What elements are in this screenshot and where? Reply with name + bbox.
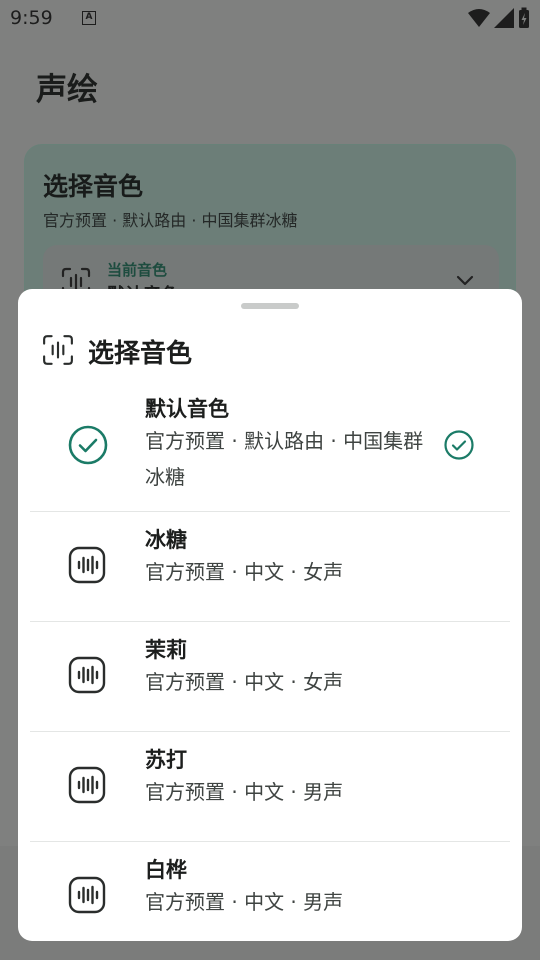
notification-icon: A (82, 11, 96, 25)
voice-name: 白桦 (145, 858, 187, 882)
voice-description: 官方预置 · 中文 · 男声 (145, 890, 344, 914)
status-bar: 9:59 A (0, 0, 540, 36)
voice-wave-icon (68, 656, 106, 698)
check-circle-icon (68, 425, 108, 469)
voice-wave-icon (68, 876, 106, 918)
voice-description: 官方预置 · 中文 · 女声 (145, 670, 344, 694)
voice-wave-icon (68, 766, 106, 808)
voice-item-baihua[interactable]: 白桦 官方预置 · 中文 · 男声 (30, 842, 510, 941)
battery-icon (519, 7, 529, 28)
voice-item-bingtang[interactable]: 冰糖 官方预置 · 中文 · 女声 (30, 512, 510, 622)
voice-description: 官方预置 · 中文 · 女声 (145, 560, 344, 584)
voice-description: 官方预置 · 中文 · 男声 (145, 780, 344, 804)
voice-name: 冰糖 (145, 528, 187, 552)
selected-check-icon (444, 430, 474, 464)
voice-item-default[interactable]: 默认音色 官方预置 · 默认路由 · 中国集群冰糖 (30, 383, 510, 512)
sheet-header: 选择音色 (42, 333, 192, 370)
app-title: 声绘 (36, 72, 98, 108)
card-title: 选择音色 (43, 172, 144, 201)
signal-icon (494, 8, 514, 28)
voice-item-suda[interactable]: 苏打 官方预置 · 中文 · 男声 (30, 732, 510, 842)
voice-scan-icon (42, 334, 74, 370)
sheet-title: 选择音色 (88, 339, 193, 369)
card-subtitle: 官方预置 · 默认路由 · 中国集群冰糖 (43, 211, 298, 230)
voice-picker-sheet: 选择音色 默认音色 官方预置 · 默认路由 · 中国集群冰糖 冰糖 官方预置 ·… (18, 289, 522, 941)
status-time: 9:59 (10, 7, 53, 29)
current-voice-label: 当前音色 (107, 261, 168, 279)
voice-list: 默认音色 官方预置 · 默认路由 · 中国集群冰糖 冰糖 官方预置 · 中文 ·… (30, 383, 510, 941)
sheet-drag-handle[interactable] (241, 303, 299, 309)
wifi-icon (468, 9, 490, 27)
status-icons (468, 7, 530, 29)
voice-wave-icon (68, 546, 106, 588)
voice-item-moli[interactable]: 茉莉 官方预置 · 中文 · 女声 (30, 622, 510, 732)
voice-name: 默认音色 (145, 397, 229, 421)
voice-name: 茉莉 (145, 638, 187, 662)
voice-description: 官方预置 · 默认路由 · 中国集群冰糖 (145, 429, 424, 489)
voice-name: 苏打 (145, 748, 187, 772)
